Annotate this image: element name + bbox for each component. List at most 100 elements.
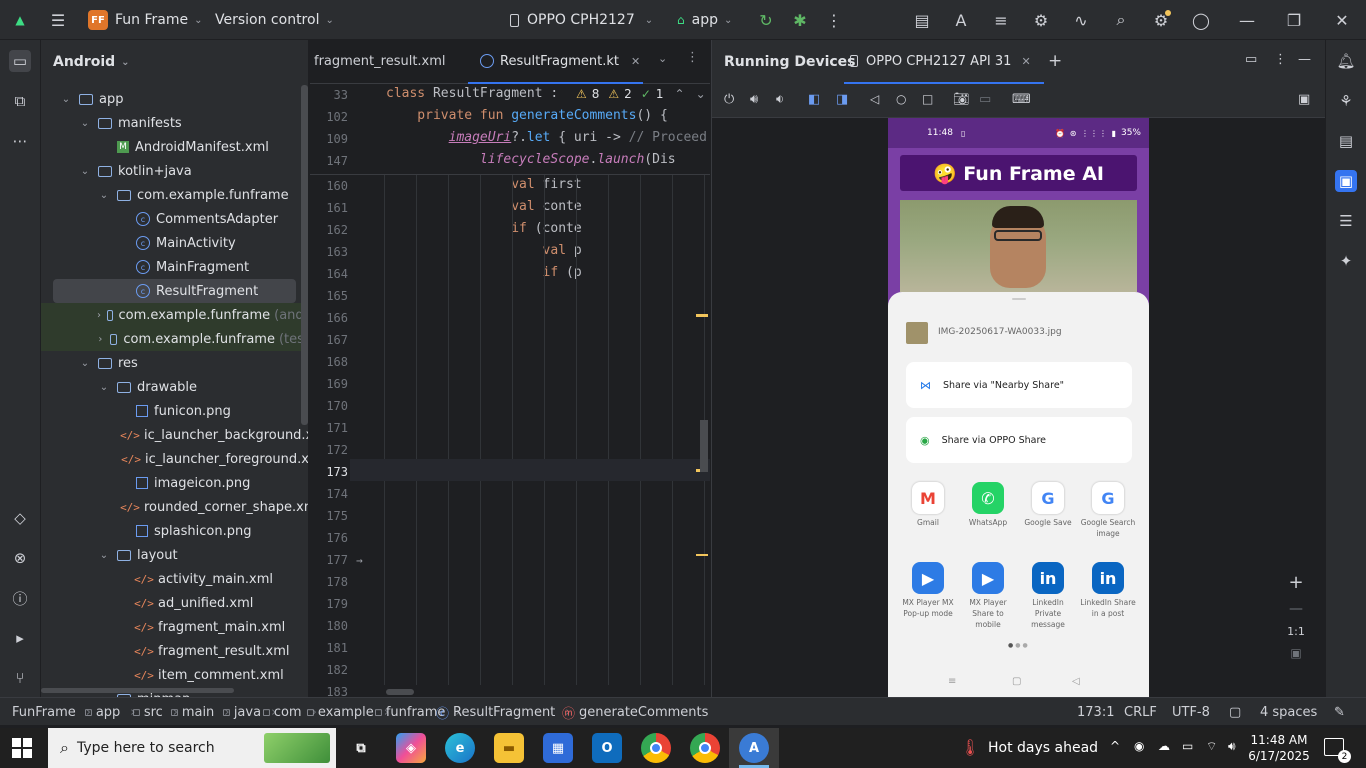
search-icon[interactable]: ⌕ [1111,10,1131,30]
more-tools-icon[interactable]: ⋯ [9,130,31,152]
device-selector[interactable]: OPPO CPH2127 ⌄ [510,0,653,40]
tree-item[interactable]: splashicon.png [41,519,308,543]
maximize-icon[interactable]: ❐ [1284,10,1304,30]
back-nav-icon[interactable]: ◁ [1072,676,1080,687]
tree-item[interactable]: M AndroidManifest.xml [41,135,308,159]
outlook-icon[interactable]: O [592,733,622,763]
account-icon[interactable]: ◯ [1191,10,1211,30]
main-menu-icon[interactable]: ☰ [48,10,68,30]
chrome-profile-icon[interactable] [690,733,720,763]
indent-setting[interactable]: 4 spaces [1260,698,1317,726]
share-target[interactable]: G Google Save [1020,482,1076,528]
project-folder-icon[interactable]: ▭ [9,50,31,72]
tree-item[interactable]: ⌄ manifests [41,111,308,135]
more-actions-icon[interactable]: ⋮ [824,10,844,30]
recents-nav-icon[interactable]: ≡ [948,676,956,687]
windows-start-icon[interactable] [12,738,32,758]
overview-icon[interactable]: □ [922,92,933,106]
share-oppo-button[interactable]: ◉ Share via OPPO Share [906,417,1132,463]
tree-item[interactable]: </> activity_main.xml [41,567,308,591]
tree-item[interactable]: c CommentsAdapter [41,207,308,231]
translate-icon[interactable]: A [951,10,971,30]
chevron-right-icon[interactable]: › [97,334,104,345]
battery-icon[interactable]: ▭ [1182,739,1193,753]
share-target[interactable]: in LinkedIn Share in a post [1080,562,1136,619]
onedrive-icon[interactable]: ☁ [1158,739,1170,753]
share-target[interactable]: ▶ MX Player Share to mobile [960,562,1016,630]
more-options-icon[interactable]: ⋮ [1274,52,1287,67]
tabs-more-icon[interactable]: ⋮ [686,50,699,65]
store-icon[interactable]: ▦ [543,733,573,763]
tree-item[interactable]: ⌄ res [41,351,308,375]
rotate-right-icon[interactable]: ◨ [836,92,848,107]
project-selector[interactable]: FF Fun Frame ⌄ [88,0,203,40]
edge-icon[interactable]: e [445,733,475,763]
share-target[interactable]: ▶ MX Player MX Pop-up mode [900,562,956,619]
notification-center-icon[interactable]: 2 [1324,738,1351,763]
tab-fragment-result[interactable]: fragment_result.xml [314,40,446,83]
window-options-icon[interactable]: ▭ [1245,52,1257,67]
tree-item[interactable]: c MainFragment [41,255,308,279]
plugin-icon[interactable]: ⚙ [1031,10,1051,30]
home-icon[interactable]: ○ [896,92,906,106]
add-device-icon[interactable]: + [1048,51,1062,71]
chevron-right-icon[interactable]: › [97,310,101,321]
taskbar-clock[interactable]: 11:48 AM 6/17/2025 [1248,732,1310,764]
chevron-down-icon[interactable]: ⌄ [97,550,111,561]
tabs-dropdown-icon[interactable]: ⌄ [658,52,667,65]
apply-changes-icon[interactable]: ↻ [756,10,776,30]
chevron-down-icon[interactable]: ⌄ [97,382,111,393]
layout-inspector-icon[interactable]: ≡ [991,10,1011,30]
tab-device[interactable]: OPPO CPH2127 API 31 ✕ [844,40,1044,84]
line-separator[interactable]: CRLF [1124,698,1157,726]
share-target[interactable]: ✆ WhatsApp [960,482,1016,528]
tree-item[interactable]: ⌄ com.example.funframe [41,183,308,207]
weather-text[interactable]: Hot days ahead [988,728,1098,768]
file-encoding[interactable]: UTF-8 [1172,698,1210,726]
code-editor[interactable]: 33 class ResultFragment : 102 private fun… [310,84,710,697]
close-icon[interactable]: ✕ [1332,10,1352,30]
tree-item[interactable]: c ResultFragment [53,279,296,303]
tree-item[interactable]: </> ic_launcher_background.x [41,423,308,447]
screenshot-icon[interactable]: 📷︎ [953,92,970,107]
breadcrumb-item[interactable]: ▫ main › [170,698,230,726]
breadcrumb-item[interactable]: ⓒ ResultFragment › [436,698,570,726]
editor-scrollbar[interactable] [700,420,708,472]
screen-record-icon[interactable]: ▭ [979,92,991,107]
keyboard-icon[interactable]: ⌨ [1012,92,1031,107]
breadcrumb-item[interactable]: FunFrame › [12,698,91,726]
chevron-down-icon[interactable]: ⌄ [78,118,92,129]
tree-item[interactable]: </> fragment_main.xml [41,615,308,639]
tree-item[interactable]: funicon.png [41,399,308,423]
sheet-handle[interactable] [1012,298,1026,300]
vcs-selector[interactable]: Version control ⌄ [215,0,334,40]
volume-up-icon[interactable]: 🔊︎ [750,92,758,107]
share-target[interactable]: in LinkedIn Private message [1020,562,1076,630]
tree-item[interactable]: </> item_comment.xml [41,663,308,687]
tree-item[interactable]: c MainActivity [41,231,308,255]
device-manager-icon[interactable]: ▤ [912,10,932,30]
rotate-left-icon[interactable]: ◧ [808,92,820,107]
minimize-icon[interactable]: — [1237,10,1257,30]
tree-h-scrollbar[interactable] [41,688,234,693]
android-studio-taskbar-item[interactable]: A [729,728,779,768]
caret-position[interactable]: 173:1 [1077,698,1114,726]
file-explorer-icon[interactable]: ▬ [494,733,524,763]
running-devices-icon[interactable]: ▣ [1335,170,1357,192]
chevron-down-icon[interactable]: ⌄ [59,94,73,105]
tree-item[interactable]: </> ic_launcher_foreground.x [41,447,308,471]
git-icon[interactable]: ⑂ [9,667,31,689]
share-nearby-button[interactable]: ⋈ Share via "Nearby Share" [906,362,1132,408]
zoom-fit-icon[interactable]: ▣ [1290,646,1301,660]
editor-h-scrollbar[interactable] [386,689,414,695]
resource-manager-icon[interactable]: ⧉ [9,90,31,112]
tree-item[interactable]: ⌄ drawable [41,375,308,399]
arrow-down-icon[interactable]: ⌄ [696,87,706,101]
device-frame-icon[interactable]: ▣ [1298,92,1310,107]
tray-overflow-icon[interactable]: ^ [1110,739,1120,753]
tree-item[interactable]: ⌄ layout [41,543,308,567]
share-target[interactable]: G Google Search image [1080,482,1136,539]
chevron-down-icon[interactable]: ⌄ [97,190,111,201]
volume-icon[interactable]: 🔊︎ [1228,739,1236,754]
chevron-down-icon[interactable]: ⌄ [78,166,92,177]
